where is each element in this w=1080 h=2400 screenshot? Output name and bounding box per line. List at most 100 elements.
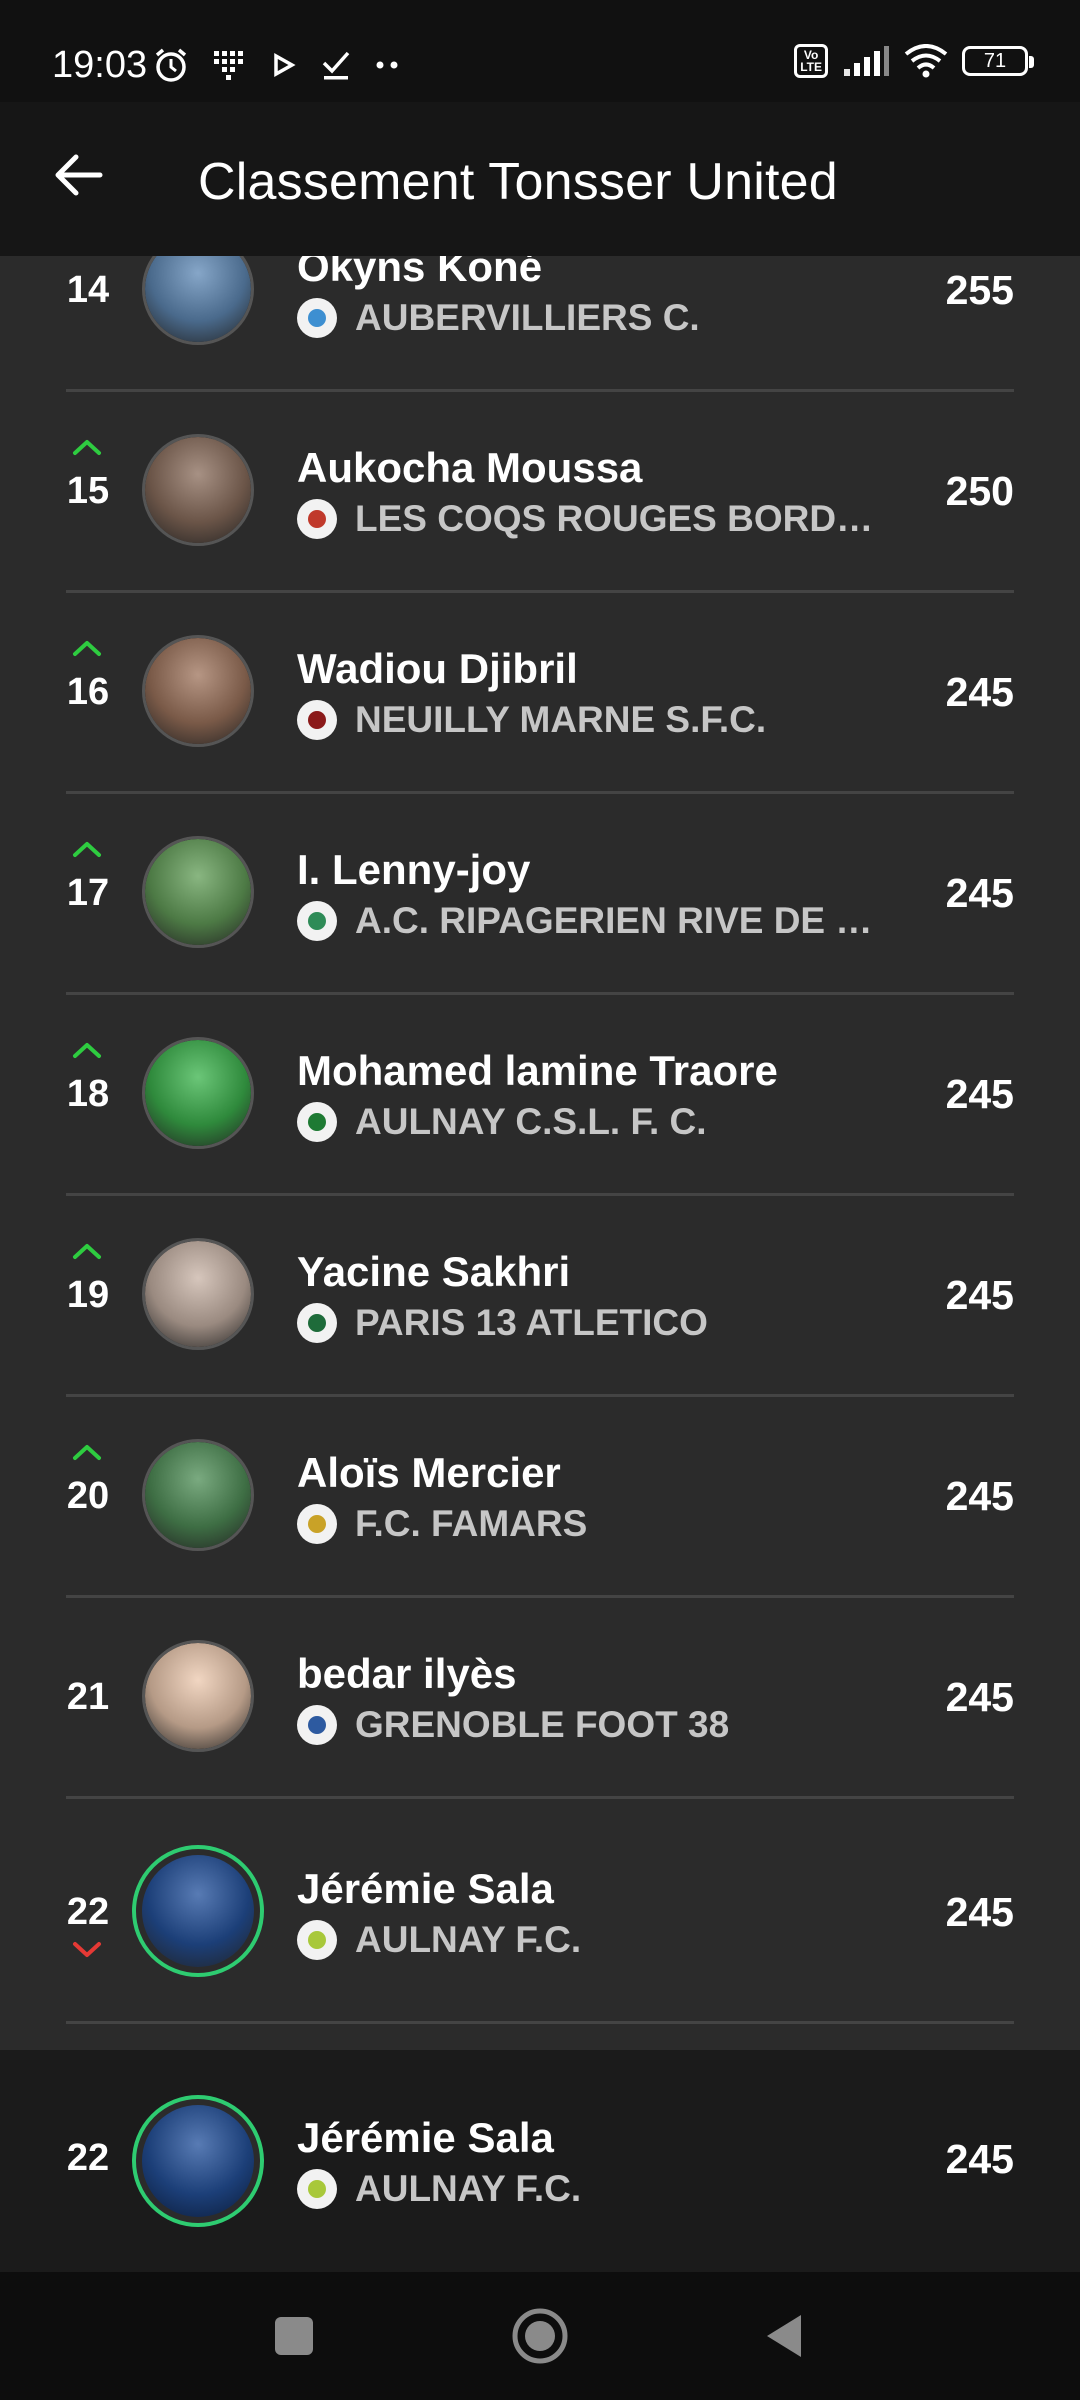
play-icon: [270, 50, 298, 80]
ranking-row[interactable]: 20 Aloïs Mercier F.C. FAMARS 245: [0, 1397, 1080, 1598]
rank-number: 21: [66, 1676, 110, 1718]
trend-up-icon: [73, 1445, 101, 1460]
ranking-row[interactable]: 16 Wadiou Djibril NEUILLY MARNE S.F.C. 245: [0, 593, 1080, 794]
avatar-image: [145, 1040, 251, 1146]
ranking-row[interactable]: 15 Aukocha Moussa LES COQS ROUGES BORDEA..…: [0, 392, 1080, 593]
player-club: PARIS 13 ATLETICO: [297, 1302, 897, 1344]
avatar-image: [145, 1241, 251, 1347]
rank-number: 20: [66, 1475, 110, 1517]
player-name: Aloïs Mercier: [297, 1449, 561, 1496]
player-points: 250: [945, 468, 1014, 514]
club-logo-icon: [297, 298, 337, 338]
trend-down-icon: [73, 1942, 101, 1957]
player-points: 245: [945, 1889, 1014, 1935]
battery-icon: 71: [962, 46, 1034, 76]
player-points: 245: [945, 1674, 1014, 1720]
ranking-row[interactable]: 21 bedar ilyès GRENOBLE FOOT 38 245: [0, 1598, 1080, 1799]
player-points: 245: [945, 669, 1014, 715]
square-icon: [275, 2317, 313, 2355]
avatar-image: [145, 839, 251, 945]
club-logo-icon: [297, 1920, 337, 1960]
avatar-image: [145, 1442, 251, 1548]
club-logo-icon: [297, 901, 337, 941]
player-name: Jérémie Sala: [297, 1865, 554, 1912]
ranking-row[interactable]: 18 Mohamed lamine Traore AULNAY C.S.L. F. …: [0, 995, 1080, 1196]
ranking-list[interactable]: 14 Okyns Koné AUBERVILLIERS C. 255 15 Aukocha…: [0, 256, 1080, 2046]
ranking-row[interactable]: 14 Okyns Koné AUBERVILLIERS C. 255: [0, 256, 1080, 392]
status-left-icons: [152, 46, 402, 84]
avatar-image: [145, 437, 251, 543]
club-logo-icon: [297, 2169, 337, 2209]
player-name: bedar ilyès: [297, 1650, 517, 1697]
club-name: AUBERVILLIERS C.: [355, 297, 700, 338]
volte-icon: Vo LTE: [794, 44, 828, 78]
player-avatar[interactable]: [142, 256, 254, 345]
ranking-row[interactable]: 19 Yacine Sakhri PARIS 13 ATLETICO 245: [0, 1196, 1080, 1397]
current-user-rank: 22: [66, 2137, 110, 2179]
club-logo-icon: [297, 1303, 337, 1343]
wifi-icon: [904, 44, 948, 78]
recents-button[interactable]: [264, 2306, 324, 2366]
player-club: AUBERVILLIERS C.: [297, 297, 897, 339]
player-avatar[interactable]: [142, 1037, 254, 1149]
player-club: AULNAY C.S.L. F. C.: [297, 1101, 897, 1143]
current-user-points: 245: [945, 2136, 1014, 2182]
player-avatar[interactable]: [142, 1439, 254, 1551]
player-club: NEUILLY MARNE S.F.C.: [297, 699, 897, 741]
alarm-icon: [152, 46, 190, 84]
player-avatar[interactable]: [142, 1640, 254, 1752]
rank-number: 16: [66, 671, 110, 713]
back-button[interactable]: [48, 144, 110, 206]
grid-icon: [212, 47, 248, 83]
current-user-name: Jérémie Sala: [297, 2114, 554, 2161]
club-name: AULNAY F.C.: [355, 1919, 582, 1960]
row-divider: [66, 2021, 1014, 2024]
current-user-avatar[interactable]: [132, 2095, 264, 2227]
app-header: Classement Tonsser United: [0, 102, 1080, 256]
triangle-back-icon: [767, 2315, 801, 2357]
current-user-row[interactable]: 22 Jérémie Sala AULNAY F.C. 245: [0, 2050, 1080, 2272]
battery-level: 71: [983, 49, 1007, 72]
ranking-row[interactable]: 17 I. Lenny-joy A.C. RIPAGERIEN RIVE DE GI…: [0, 794, 1080, 995]
player-avatar[interactable]: [132, 1845, 264, 1977]
more-dots-icon: [374, 59, 402, 71]
player-avatar[interactable]: [142, 434, 254, 546]
player-club: AULNAY F.C.: [297, 1919, 897, 1961]
player-name: Wadiou Djibril: [297, 645, 578, 692]
player-club: LES COQS ROUGES BORDEA...: [297, 498, 897, 540]
player-name: Yacine Sakhri: [297, 1248, 571, 1295]
club-logo-icon: [297, 1705, 337, 1745]
trend-up-icon: [73, 842, 101, 857]
home-button[interactable]: [510, 2306, 570, 2366]
player-avatar[interactable]: [142, 635, 254, 747]
player-club: F.C. FAMARS: [297, 1503, 897, 1545]
player-points: 245: [945, 1272, 1014, 1318]
ranking-row[interactable]: 22 Jérémie Sala AULNAY F.C. 245: [0, 1799, 1080, 2024]
club-name: PARIS 13 ATLETICO: [355, 1302, 708, 1343]
rank-number: 22: [66, 1891, 110, 1933]
avatar-image: [142, 1855, 254, 1967]
club-logo-icon: [297, 1102, 337, 1142]
player-avatar[interactable]: [142, 1238, 254, 1350]
club-logo-icon: [297, 1504, 337, 1544]
club-name: GRENOBLE FOOT 38: [355, 1704, 730, 1745]
avatar-image: [145, 638, 251, 744]
trend-up-icon: [73, 1043, 101, 1058]
club-name: LES COQS ROUGES BORDEA...: [355, 498, 895, 539]
signal-icon: [842, 45, 890, 77]
player-avatar[interactable]: [142, 836, 254, 948]
avatar-image: [145, 256, 251, 342]
check-icon: [320, 49, 352, 81]
rank-number: 18: [66, 1073, 110, 1115]
status-time: 19:03: [52, 44, 148, 86]
back-nav-button[interactable]: [754, 2306, 814, 2366]
player-name: I. Lenny-joy: [297, 846, 531, 893]
circle-home-icon: [512, 2308, 568, 2364]
player-points: 245: [945, 870, 1014, 916]
avatar-image: [145, 1643, 251, 1749]
club-name: AULNAY F.C.: [355, 2168, 582, 2209]
club-name: A.C. RIPAGERIEN RIVE DE GI...: [355, 900, 895, 941]
club-name: AULNAY C.S.L. F. C.: [355, 1101, 707, 1142]
club-logo-icon: [297, 499, 337, 539]
player-name: Okyns Koné: [297, 256, 543, 290]
